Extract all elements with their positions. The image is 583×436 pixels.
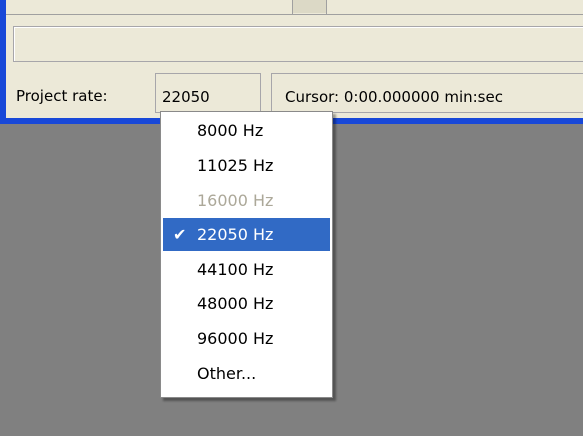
menu-item-16000: 16000 Hz — [163, 184, 330, 217]
menu-item-label: 8000 Hz — [197, 121, 264, 140]
toolbar-divider — [326, 0, 327, 14]
status-message-bar — [13, 26, 583, 62]
menu-item-other[interactable]: Other... — [163, 357, 330, 390]
menu-item-label: 48000 Hz — [197, 294, 274, 313]
cursor-position-field: Cursor: 0:00.000000 min:sec — [271, 73, 583, 113]
menu-item-44100[interactable]: 44100 Hz — [163, 253, 330, 286]
menu-item-96000[interactable]: 96000 Hz — [163, 322, 330, 355]
menu-item-label: 11025 Hz — [197, 156, 274, 175]
menu-item-11025[interactable]: 11025 Hz — [163, 149, 330, 182]
toolbar-slot[interactable] — [293, 0, 326, 13]
menu-item-label: 44100 Hz — [197, 260, 274, 279]
menu-item-label: 22050 Hz — [197, 225, 274, 244]
menu-item-label: Other... — [197, 364, 257, 383]
app-window: Project rate: 22050 Cursor: 0:00.000000 … — [0, 0, 583, 124]
toolbar-strip — [6, 0, 583, 15]
menu-item-label: 96000 Hz — [197, 329, 274, 348]
project-rate-label: Project rate: — [16, 87, 108, 105]
cursor-position-text: Cursor: 0:00.000000 min:sec — [285, 88, 503, 106]
checkmark-icon: ✔ — [173, 225, 187, 244]
menu-item-label: 16000 Hz — [197, 191, 274, 210]
menu-item-48000[interactable]: 48000 Hz — [163, 287, 330, 320]
menu-item-22050[interactable]: ✔ 22050 Hz — [163, 218, 330, 251]
project-rate-dropdown-menu: 8000 Hz 11025 Hz 16000 Hz ✔ 22050 Hz 441… — [160, 111, 333, 398]
project-rate-combo[interactable]: 22050 — [155, 73, 261, 113]
menu-item-8000[interactable]: 8000 Hz — [163, 114, 330, 147]
project-rate-value: 22050 — [162, 88, 210, 106]
